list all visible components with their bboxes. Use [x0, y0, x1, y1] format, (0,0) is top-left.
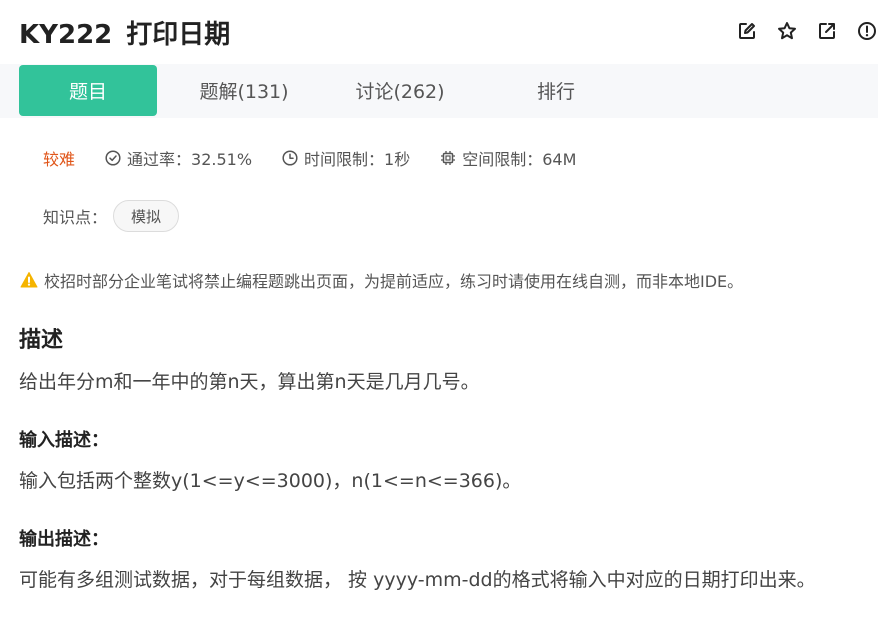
external-link-icon: [819, 23, 835, 39]
problem-id: KY222: [19, 20, 113, 50]
header-toolbar: [736, 20, 878, 44]
notice-text: 校招时部分企业笔试将禁止编程题跳出页面，为提前适应，练习时请使用在线自测，而非本…: [44, 272, 744, 291]
warning-icon: [20, 272, 38, 288]
description-text: 给出年分m和一年中的第n天，算出第n天是几月几号。: [19, 371, 480, 393]
problem-name: 打印日期: [126, 20, 231, 50]
chip-icon: [441, 151, 456, 165]
knowledge-points: 知识点： 模拟: [43, 200, 180, 232]
problem-meta: 较难 通过率：32.51% 时间限制：1秒 空间限制：64M: [43, 146, 606, 170]
problem-page: KY222 打印日期 题目 题解(131) 讨论(262) 排行 较难 通过率：…: [0, 0, 878, 641]
check-circle-icon: [105, 150, 121, 166]
problem-header: KY222 打印日期: [0, 0, 878, 64]
tab-bar: 题目 题解(131) 讨论(262) 排行: [0, 64, 878, 118]
pass-rate: 通过率：32.51%: [105, 146, 252, 170]
clock-icon: [282, 150, 298, 166]
tab-solutions[interactable]: 题解(131): [178, 65, 310, 116]
time-limit-text: 时间限制：1秒: [304, 150, 411, 169]
space-limit: 空间限制：64M: [440, 146, 576, 170]
input-heading: 输入描述：: [19, 430, 109, 451]
star-icon: [778, 22, 796, 40]
knowledge-tag[interactable]: 模拟: [113, 200, 180, 232]
report-button[interactable]: [856, 20, 878, 42]
time-limit: 时间限制：1秒: [282, 146, 410, 170]
pass-rate-text: 通过率：32.51%: [127, 150, 253, 169]
share-button[interactable]: [816, 20, 838, 42]
problem-title: KY222 打印日期: [19, 14, 230, 51]
space-limit-text: 空间限制：64M: [462, 150, 577, 169]
output-heading: 输出描述：: [19, 529, 109, 550]
edit-button[interactable]: [736, 20, 758, 42]
knowledge-label: 知识点：: [43, 208, 108, 227]
notice-banner: 校招时部分企业笔试将禁止编程题跳出页面，为提前适应，练习时请使用在线自测，而非本…: [20, 268, 743, 292]
tab-discussion[interactable]: 讨论(262): [334, 65, 466, 116]
output-text: 可能有多组测试数据，对于每组数据， 按 yyyy-mm-dd的格式将输入中对应的…: [19, 569, 816, 591]
input-text: 输入包括两个整数y(1<=y<=3000)，n(1<=n<=366)。: [19, 470, 522, 492]
description-heading: 描述: [19, 328, 64, 353]
tab-ranking[interactable]: 排行: [495, 65, 617, 116]
alert-circle-icon: [858, 22, 876, 40]
tab-problem[interactable]: 题目: [19, 65, 157, 116]
edit-icon: [739, 23, 755, 39]
difficulty-badge: 较难: [43, 150, 76, 169]
favorite-button[interactable]: [776, 20, 798, 42]
